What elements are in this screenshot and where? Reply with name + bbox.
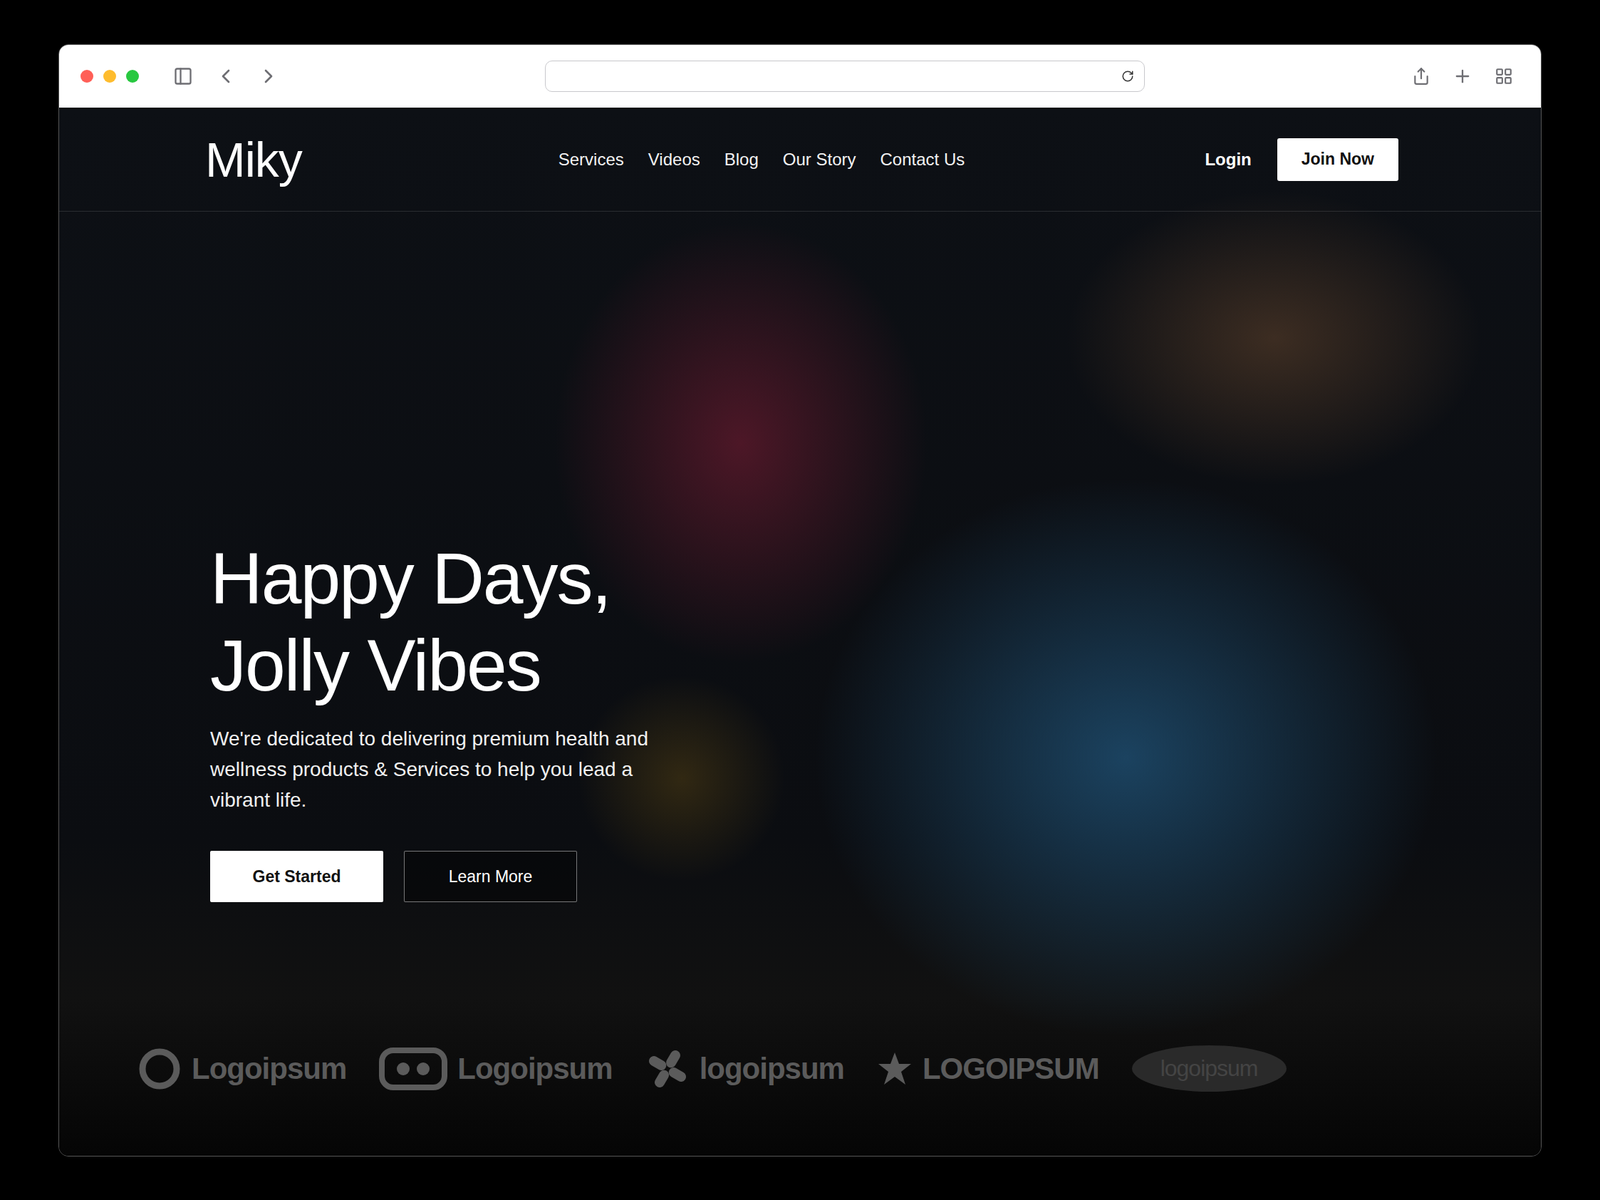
forward-button[interactable] [252,60,285,92]
site-logo[interactable]: Miky [205,131,303,188]
back-button[interactable] [210,60,242,92]
window-controls [80,69,139,83]
bottom-spacer [59,1091,1541,1156]
toolbar-actions [1405,60,1520,92]
new-tab-button[interactable] [1446,60,1479,92]
partner-logo: Logoipsum [378,1047,612,1090]
hero: Happy Days,Jolly Vibes We're dedicated to… [59,211,1541,932]
join-button[interactable]: Join Now [1277,138,1399,181]
browser-toolbar [59,44,1541,108]
nav-link[interactable]: Videos [648,149,701,170]
ring-logo-icon [137,1046,182,1091]
nav-link[interactable]: Our Story [782,149,857,170]
browser-window: Miky Services Videos Blog Our Story Contact U… [58,44,1542,1157]
get-started-button[interactable]: Get Started [210,850,384,902]
nav-link[interactable]: Contact Us [880,149,966,170]
login-link[interactable]: Login [1204,149,1251,170]
sidebar-button[interactable] [167,60,199,92]
partner-logo-text: Logoipsum [191,1051,347,1086]
petals-logo-icon [645,1046,690,1091]
sidebar-icon [173,66,194,87]
share-button[interactable] [1405,60,1437,92]
nav-link[interactable]: Blog [724,149,759,170]
learn-more-button[interactable]: Learn More [403,850,578,902]
nav-links: Services Videos Blog Our Story Contact Us [558,149,965,170]
plus-icon [1452,66,1473,87]
chevron-right-icon [257,64,280,88]
partner-logo: Logoipsum [137,1046,347,1091]
partner-logos: Logoipsum Logoipsum logoipsum LOGOIPSUM logo… [59,1045,1541,1092]
site-nav: Miky Services Videos Blog Our Story Contact U… [59,107,1541,212]
hero-subtitle: We're dedicated to delivering premium he… [210,723,681,815]
hero-page: Miky Services Videos Blog Our Story Contact U… [59,107,1541,1156]
address-area [295,60,1395,92]
partner-logo-text: Logoipsum [457,1051,612,1086]
nav-link[interactable]: Services [558,149,625,170]
tab-overview-button[interactable] [1488,60,1520,92]
partner-logo-text: LOGOIPSUM [922,1051,1100,1086]
star-logo-icon [876,1050,913,1087]
grid-icon [1494,66,1514,86]
hero-title: Happy Days,Jolly Vibes [210,534,1541,709]
nav-actions: Login Join Now [1204,138,1399,181]
partner-logo: LOGOIPSUM [876,1050,1100,1087]
pill-logo-icon [378,1047,448,1090]
hero-buttons: Get Started Learn More [210,850,1541,902]
partner-logo-text: logoipsum [1160,1055,1259,1082]
address-bar[interactable] [544,60,1145,92]
partner-logo: logoipsum [645,1046,845,1091]
minimize-button[interactable] [103,69,117,83]
reload-icon[interactable] [1121,69,1135,83]
share-icon [1411,66,1431,86]
desktop: Miky Services Videos Blog Our Story Contact U… [0,0,1600,1200]
partner-logo-text: logoipsum [699,1051,845,1086]
zoom-button[interactable] [126,69,139,83]
close-button[interactable] [80,69,94,83]
hero-title-line: Jolly Vibes [210,621,1541,709]
partner-logo: logoipsum [1131,1045,1287,1092]
hero-title-line: Happy Days, [210,534,1541,622]
chevron-left-icon [214,64,238,88]
